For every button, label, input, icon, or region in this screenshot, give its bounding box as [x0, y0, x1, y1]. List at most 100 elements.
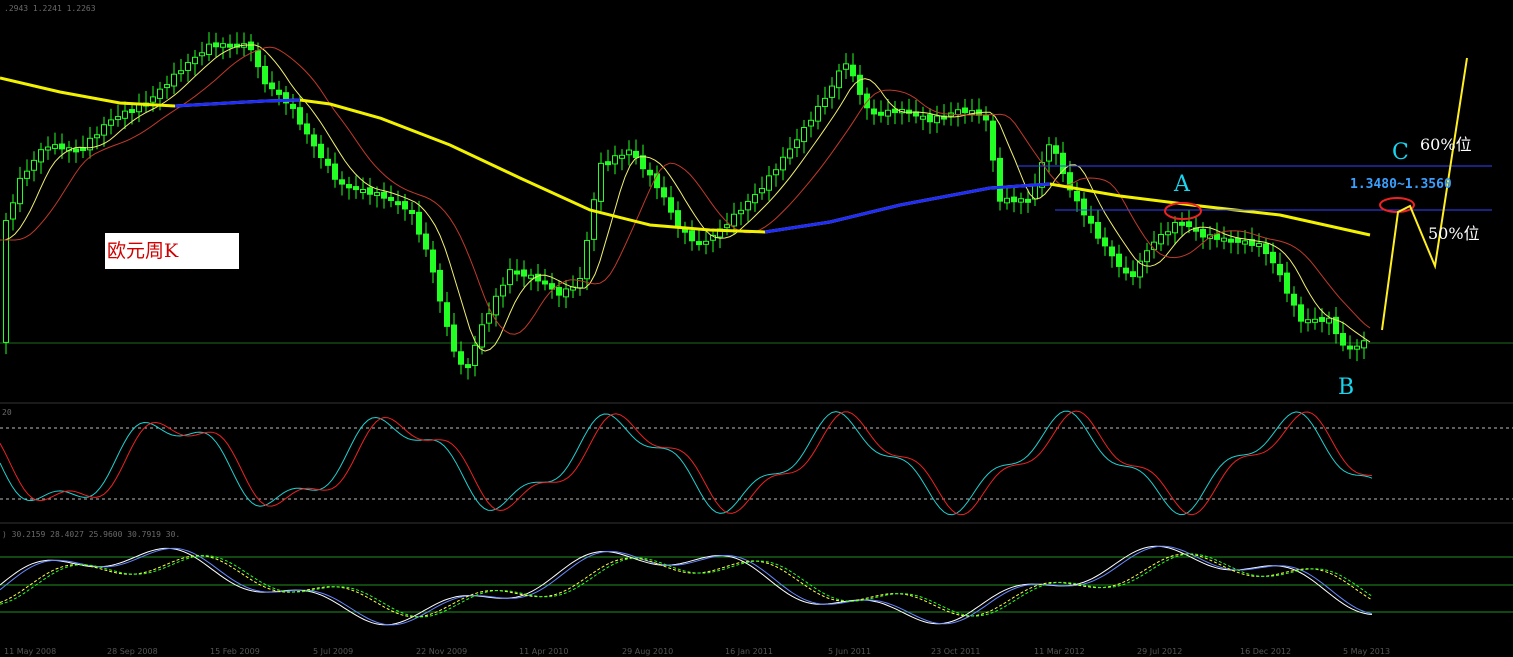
candle-body	[395, 201, 401, 206]
candle-body	[353, 186, 359, 191]
candle-body	[528, 274, 534, 279]
x-tick-label: 29 Jul 2012	[1137, 647, 1183, 656]
candle-body	[633, 150, 639, 158]
candle-body	[1354, 345, 1360, 350]
candle-body	[927, 114, 933, 123]
candle-body	[584, 239, 590, 280]
candle-body	[829, 85, 835, 98]
candle-body	[738, 209, 744, 215]
candle-body	[24, 170, 30, 179]
candle-body	[1144, 250, 1150, 263]
candle-body	[962, 107, 968, 114]
candle-body	[598, 162, 604, 202]
candle-body	[465, 364, 471, 369]
candle-body	[1200, 228, 1206, 238]
candle-body	[1305, 319, 1311, 324]
point-b-label: B	[1338, 375, 1355, 400]
candle-body	[1088, 215, 1094, 224]
candle-body	[255, 50, 261, 68]
candle-body	[815, 105, 821, 122]
candle-body	[871, 108, 877, 115]
candle-body	[276, 89, 282, 95]
candle-body	[640, 155, 646, 170]
candle-body	[388, 196, 394, 201]
candle-body	[206, 43, 212, 55]
candle-body	[199, 52, 205, 57]
candle-body	[318, 143, 324, 159]
candle-body	[101, 124, 107, 136]
x-tick-label: 16 Jan 2011	[725, 647, 773, 656]
candle-body	[745, 200, 751, 211]
candle-body	[675, 210, 681, 228]
candle-body	[332, 163, 338, 180]
candle-body	[1347, 345, 1353, 350]
candle-body	[304, 123, 310, 135]
candle-body	[794, 139, 800, 149]
candle-body	[45, 146, 51, 151]
candle-body	[836, 70, 842, 89]
chart-title: 欧元周K	[105, 233, 239, 269]
candle-body	[297, 107, 303, 125]
fib-50-label: 50%位	[1428, 224, 1480, 243]
x-tick-label: 5 May 2013	[1343, 647, 1391, 656]
candle-body	[612, 155, 618, 165]
candle-body	[10, 202, 16, 220]
candle-body	[1130, 271, 1136, 278]
candle-body	[171, 73, 177, 87]
candle-body	[1046, 144, 1052, 162]
candle-body	[360, 188, 366, 193]
candle-body	[339, 179, 345, 185]
candle-body	[626, 149, 632, 156]
candle-body	[521, 269, 527, 277]
x-tick-label: 11 May 2008	[4, 647, 57, 656]
candle-body	[430, 249, 436, 273]
candle-body	[577, 278, 583, 289]
candle-body	[1053, 145, 1059, 154]
projection-line	[1381, 57, 1468, 331]
main-panel-header: .2943 1.2241 1.2263	[4, 4, 96, 13]
lower-panel-header: ) 30.2159 28.4027 25.9600 30.7919 30.	[2, 530, 181, 539]
candle-body	[787, 148, 793, 159]
candle-body	[444, 302, 450, 327]
candle-body	[1074, 190, 1080, 202]
candle-body	[248, 41, 254, 51]
candle-body	[990, 120, 996, 161]
candle-body	[1277, 263, 1283, 276]
candle-body	[556, 287, 562, 296]
candle-body	[416, 211, 422, 235]
candle-body	[647, 169, 653, 176]
candle-body	[269, 82, 275, 90]
candle-body	[423, 233, 429, 250]
candle-body	[374, 192, 380, 197]
candle-body	[857, 74, 863, 95]
candle-body	[934, 115, 940, 124]
x-tick-label: 15 Feb 2009	[210, 647, 260, 656]
candle-body	[1081, 198, 1087, 216]
candle-body	[563, 288, 569, 298]
candle-body	[17, 177, 23, 205]
candle-body	[1172, 221, 1178, 234]
candle-body	[885, 109, 891, 117]
candle-body	[766, 175, 772, 191]
candle-body	[1284, 272, 1290, 294]
candle-body	[997, 157, 1003, 202]
candle-body	[801, 127, 807, 143]
ma-mid-line	[0, 46, 1371, 335]
candle-body	[703, 240, 709, 245]
candle-body	[507, 269, 513, 286]
candle-body	[1095, 221, 1101, 239]
candle-body	[1165, 231, 1171, 236]
candle-body	[1270, 251, 1276, 264]
candle-body	[1179, 221, 1185, 226]
candle-body	[773, 169, 779, 176]
candle-body	[346, 184, 352, 189]
candle-body	[164, 84, 170, 89]
candle-body	[605, 161, 611, 166]
candle-body	[451, 324, 457, 352]
target-range-label: 1.3480~1.3560	[1350, 177, 1452, 192]
candle-body	[500, 284, 506, 297]
candle-body	[1298, 304, 1304, 322]
candle-body	[94, 134, 100, 139]
point-a-ellipse	[1164, 202, 1202, 220]
candle-body	[472, 344, 478, 366]
